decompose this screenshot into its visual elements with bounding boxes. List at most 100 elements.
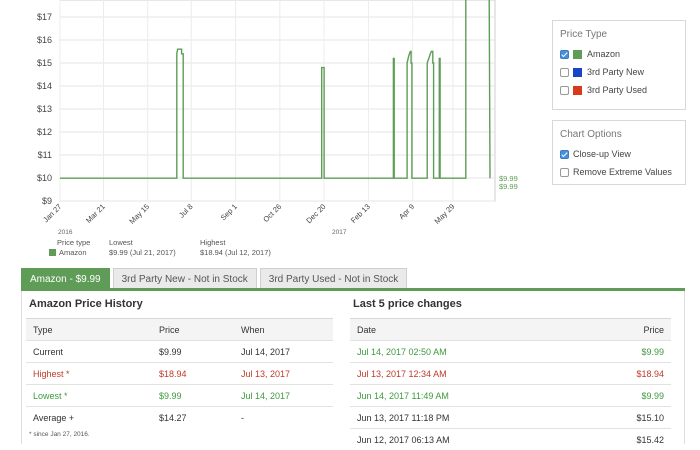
y-tick-label: $14 [37,81,52,91]
y-tick-label: $10 [37,173,52,183]
y-tick-label: $16 [37,35,52,45]
change-price: $9.99 [581,385,671,407]
y-tick-label: $13 [37,104,52,114]
chart-options-title: Chart Options [553,121,685,145]
price-type-checkbox[interactable] [560,68,569,77]
price-type-option[interactable]: Amazon [553,45,685,63]
change-date: Jun 14, 2017 11:49 AM [350,385,581,407]
y-tick-label: $11 [38,150,52,160]
history-title: Amazon Price History [29,298,143,310]
lowest-header: Lowest [109,238,133,247]
chart-option-checkbox[interactable] [560,150,569,159]
chart-option-option[interactable]: Remove Extreme Values [553,163,685,181]
y-tick-label: $12 [37,127,52,137]
highest-header: Highest [200,238,225,247]
chart-option-checkbox[interactable] [560,168,569,177]
price-type-checkbox[interactable] [560,86,569,95]
history-header-row: Type Price When [26,319,333,341]
price-type-label: 3rd Party Used [587,85,647,95]
year-label: 2017 [332,229,347,236]
amazon-swatch [49,249,56,256]
change-price: $18.94 [581,363,671,385]
tab-bar: Amazon - $9.99 3rd Party New - Not in St… [21,268,410,289]
history-when: Jul 14, 2017 [234,341,333,363]
changes-col-date: Date [350,319,581,341]
tab-amazon[interactable]: Amazon - $9.99 [21,268,110,289]
change-date: Jun 13, 2017 11:18 PM [350,407,581,429]
changes-title: Last 5 price changes [353,298,462,310]
x-tick-label: Dec 20 [304,202,327,225]
change-date: Jul 14, 2017 02:50 AM [350,341,581,363]
y-axis: $9 $10 $11 $12 $13 $14 $15 $16 $17 [37,12,52,206]
changes-table: Date Price Jul 14, 2017 02:50 AM $9.99 J… [350,318,671,450]
table-row: Highest * $18.94 Jul 13, 2017 [26,363,333,385]
summary-highest: $18.94 (Jul 12, 2017) [200,248,271,257]
price-type-option[interactable]: 3rd Party Used [553,81,685,99]
table-row: Lowest * $9.99 Jul 14, 2017 [26,385,333,407]
change-price: $15.10 [581,407,671,429]
price-type-panel: Price Type Amazon 3rd Party New 3rd Party … [552,20,686,110]
history-price: $18.94 [152,363,234,385]
change-price: $15.42 [581,429,671,450]
price-type-label: 3rd Party New [587,67,644,77]
chart-option-label: Remove Extreme Values [573,167,672,177]
table-row: Current $9.99 Jul 14, 2017 [26,341,333,363]
chart-option-label: Close-up View [573,149,631,159]
price-type-title: Price Type [553,21,685,45]
plot-area [60,0,495,201]
x-tick-label: Mar 21 [84,202,107,225]
price-type-option[interactable]: 3rd Party New [553,63,685,81]
history-type: Average + [26,407,152,429]
x-tick-label: Feb 13 [349,202,372,225]
x-tick-label: May 15 [127,202,151,226]
x-tick-label: May 29 [433,202,457,226]
chart-option-option[interactable]: Close-up View [553,145,685,163]
history-type: Highest * [26,363,152,385]
history-table: Type Price When Current $9.99 Jul 14, 20… [26,318,333,428]
table-row: Jun 12, 2017 06:13 AM $15.42 [350,429,671,450]
history-price: $9.99 [152,341,234,363]
changes-col-price: Price [581,319,671,341]
year-label: 2016 [58,229,73,236]
price-type-checkbox[interactable] [560,50,569,59]
history-type: Current [26,341,152,363]
history-when: - [234,407,333,429]
history-price: $14.27 [152,407,234,429]
price-type-color-swatch [573,86,582,95]
change-date: Jul 13, 2017 12:34 AM [350,363,581,385]
history-col-when: When [234,319,333,341]
end-value-label: $9.99 [499,182,518,191]
history-col-type: Type [26,319,152,341]
price-type-color-swatch [573,50,582,59]
history-col-price: Price [152,319,234,341]
summary-series: Amazon [59,248,87,257]
chart-options-panel: Chart Options Close-up View Remove Extrem… [552,120,686,185]
history-when: Jul 14, 2017 [234,385,333,407]
y-tick-label: $17 [37,12,52,22]
changes-header-row: Date Price [350,319,671,341]
price-type-label: Amazon [587,49,620,59]
tab-3rd-party-used[interactable]: 3rd Party Used - Not in Stock [260,268,408,289]
history-price: $9.99 [152,385,234,407]
table-row: Average + $14.27 - [26,407,333,429]
table-row: Jun 14, 2017 11:49 AM $9.99 [350,385,671,407]
tab-3rd-party-new[interactable]: 3rd Party New - Not in Stock [113,268,257,289]
x-tick-label: Sep 1 [219,202,239,222]
table-row: Jul 14, 2017 02:50 AM $9.99 [350,341,671,363]
history-type: Lowest * [26,385,152,407]
history-when: Jul 13, 2017 [234,363,333,385]
x-tick-label: Oct 26 [261,202,283,224]
price-type-header: Price type [57,238,90,247]
x-tick-label: Apr 9 [397,202,416,221]
x-tick-label: Jul 8 [177,202,195,220]
y-tick-label: $15 [37,58,52,68]
table-row: Jul 13, 2017 12:34 AM $18.94 [350,363,671,385]
change-price: $9.99 [581,341,671,363]
table-row: Jun 13, 2017 11:18 PM $15.10 [350,407,671,429]
summary-lowest: $9.99 (Jul 21, 2017) [109,248,176,257]
footnote: * since Jan 27, 2016. [29,431,90,438]
change-date: Jun 12, 2017 06:13 AM [350,429,581,450]
price-type-color-swatch [573,68,582,77]
chart-grid [60,0,495,201]
y-tick-label: $9 [42,196,52,206]
